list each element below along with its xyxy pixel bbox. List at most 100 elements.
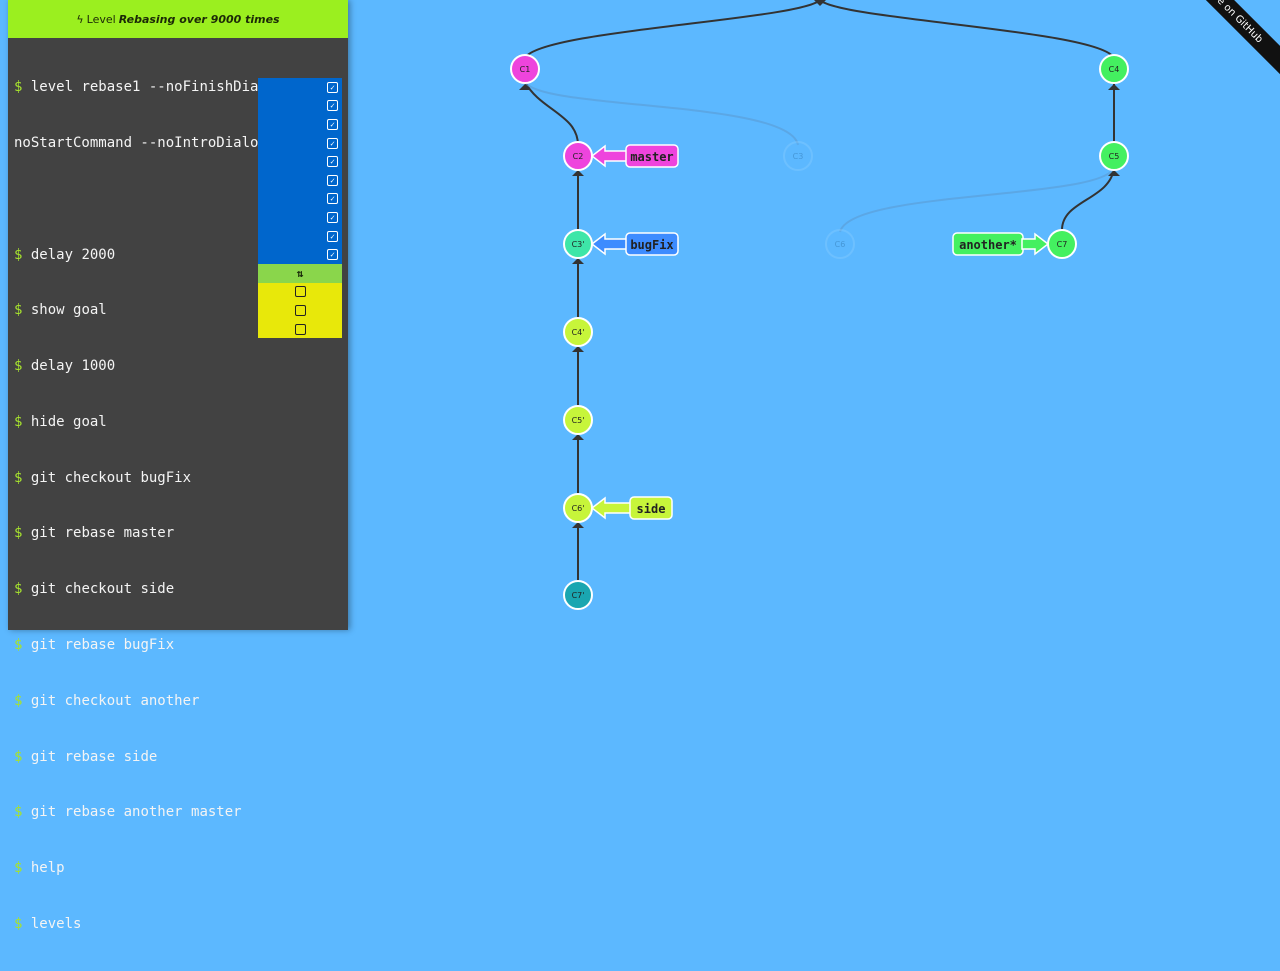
status-done: ✓ — [258, 133, 342, 153]
prompt-symbol: $ — [14, 581, 23, 598]
status-header: ✓ — [258, 78, 342, 97]
branch-side[interactable]: side — [590, 496, 673, 520]
command-line: $ hide goal — [14, 413, 344, 432]
command-line: $ git checkout bugFix — [14, 469, 344, 488]
lightning-icon: ϟ — [76, 12, 84, 26]
status-done: ✓ — [258, 208, 342, 227]
commit-c3-prime[interactable]: C3' — [563, 229, 593, 259]
command-line: $ git rebase another master — [14, 803, 344, 822]
commit-c2[interactable]: C2 — [563, 141, 593, 171]
branch-label-side: side — [637, 502, 666, 516]
commit-c4[interactable]: C4 — [1099, 54, 1129, 84]
edge-c5-c7 — [1061, 167, 1115, 231]
check-icon: ✓ — [327, 230, 338, 242]
branch-arrow-master — [590, 144, 629, 168]
command-text: git checkout another — [30, 692, 200, 709]
branch-label-bugfix: bugFix — [630, 238, 673, 252]
status-pending — [258, 301, 342, 320]
commit-label: C5' — [572, 416, 585, 425]
level-bar[interactable]: ϟ Level Rebasing over 9000 times — [8, 0, 348, 38]
commit-c5[interactable]: C5 — [1099, 141, 1129, 171]
command-line: $ delay 1000 — [14, 357, 344, 376]
commit-c5-prime[interactable]: C5' — [563, 405, 593, 435]
check-icon: ✓ — [327, 174, 338, 186]
command-line: $ git rebase side — [14, 748, 344, 767]
branch-arrow-side — [590, 496, 633, 520]
prompt-symbol: $ — [14, 804, 23, 821]
commit-c3-faded: C3 — [783, 141, 813, 171]
status-pending — [258, 319, 342, 339]
branch-another[interactable]: another* — [952, 232, 1050, 256]
sort-arrows-icon: ⇅ — [296, 266, 304, 280]
prompt-symbol: $ — [14, 748, 23, 765]
command-text: hide goal — [30, 413, 107, 430]
commit-c6-faded: C6 — [825, 229, 855, 259]
command-text: noStartCommand --noIntroDialog — [14, 134, 267, 151]
status-done: ✓ — [258, 115, 342, 134]
prompt-symbol: $ — [14, 246, 23, 263]
command-text: git checkout side — [30, 581, 175, 598]
check-icon: ✓ — [327, 211, 338, 223]
arrow-c4 — [1108, 84, 1120, 90]
command-line: $ git rebase master — [14, 524, 344, 543]
prompt-symbol: $ — [14, 915, 23, 932]
branch-bugfix[interactable]: bugFix — [590, 232, 679, 256]
command-text: git rebase side — [30, 748, 158, 765]
commit-c7-prime[interactable]: C7' — [563, 580, 593, 610]
status-done: ✓ — [258, 189, 342, 209]
commit-label: C1 — [520, 65, 531, 74]
branch-master[interactable]: master — [590, 144, 679, 168]
command-text: delay 1000 — [30, 358, 116, 375]
checkbox-icon — [294, 286, 306, 298]
prompt-symbol: $ — [14, 413, 23, 430]
level-prefix: Level — [86, 12, 116, 26]
command-text: help — [30, 860, 65, 877]
check-icon: ✓ — [327, 137, 338, 149]
commit-c1[interactable]: C1 — [510, 54, 540, 84]
status-done: ✓ — [258, 245, 342, 264]
branch-label-master: master — [630, 150, 673, 164]
check-icon: ✓ — [327, 249, 338, 261]
prompt-symbol: $ — [14, 637, 23, 653]
prompt-symbol: $ — [14, 469, 23, 486]
checkbox-icon — [294, 304, 306, 316]
command-panel: ϟ Level Rebasing over 9000 times $ level… — [8, 0, 348, 932]
commit-c4-prime[interactable]: C4' — [563, 317, 593, 347]
check-icon: ✓ — [327, 156, 338, 168]
checkbox-icon — [294, 323, 306, 335]
commit-label: C6' — [572, 504, 585, 513]
status-pending — [258, 282, 342, 302]
commit-c7[interactable]: C7 — [1047, 229, 1077, 259]
command-line: $ help — [14, 859, 344, 878]
commit-label: C4 — [1109, 65, 1120, 74]
commit-label: C2 — [573, 152, 584, 161]
status-done: ✓ — [258, 152, 342, 171]
prompt-symbol: $ — [14, 358, 23, 375]
edge-root-c1 — [524, 0, 821, 59]
prompt-symbol: $ — [14, 692, 23, 709]
status-done: ✓ — [258, 96, 342, 116]
edge-root-c4 — [819, 0, 1115, 59]
command-text: git rebase master — [30, 525, 175, 542]
prompt-symbol: $ — [14, 860, 23, 877]
commit-c6-prime[interactable]: C6' — [563, 493, 593, 523]
branch-arrow-bugfix — [590, 232, 629, 256]
edge-c5-c6 — [839, 167, 1115, 233]
command-text: levels — [30, 915, 82, 932]
edge-c1-c2 — [524, 81, 579, 146]
commit-label: C7' — [572, 591, 585, 600]
command-text: git checkout bugFix — [30, 469, 192, 486]
check-icon: ✓ — [327, 81, 338, 93]
status-done: ✓ — [258, 170, 342, 190]
edge-c1-c3 — [524, 81, 799, 146]
prompt-symbol: $ — [14, 525, 23, 542]
command-line: $ levels — [14, 915, 344, 934]
branch-label-another: another* — [959, 238, 1017, 252]
commit-label: C7 — [1057, 240, 1068, 249]
command-text: show goal — [30, 302, 107, 319]
branch-arrow-another — [1021, 232, 1050, 256]
commit-label: C3 — [793, 152, 804, 161]
command-line: $ git checkout side — [14, 580, 344, 599]
prompt-symbol: $ — [14, 79, 23, 96]
command-line: $ git rebase bugFix — [14, 636, 344, 655]
